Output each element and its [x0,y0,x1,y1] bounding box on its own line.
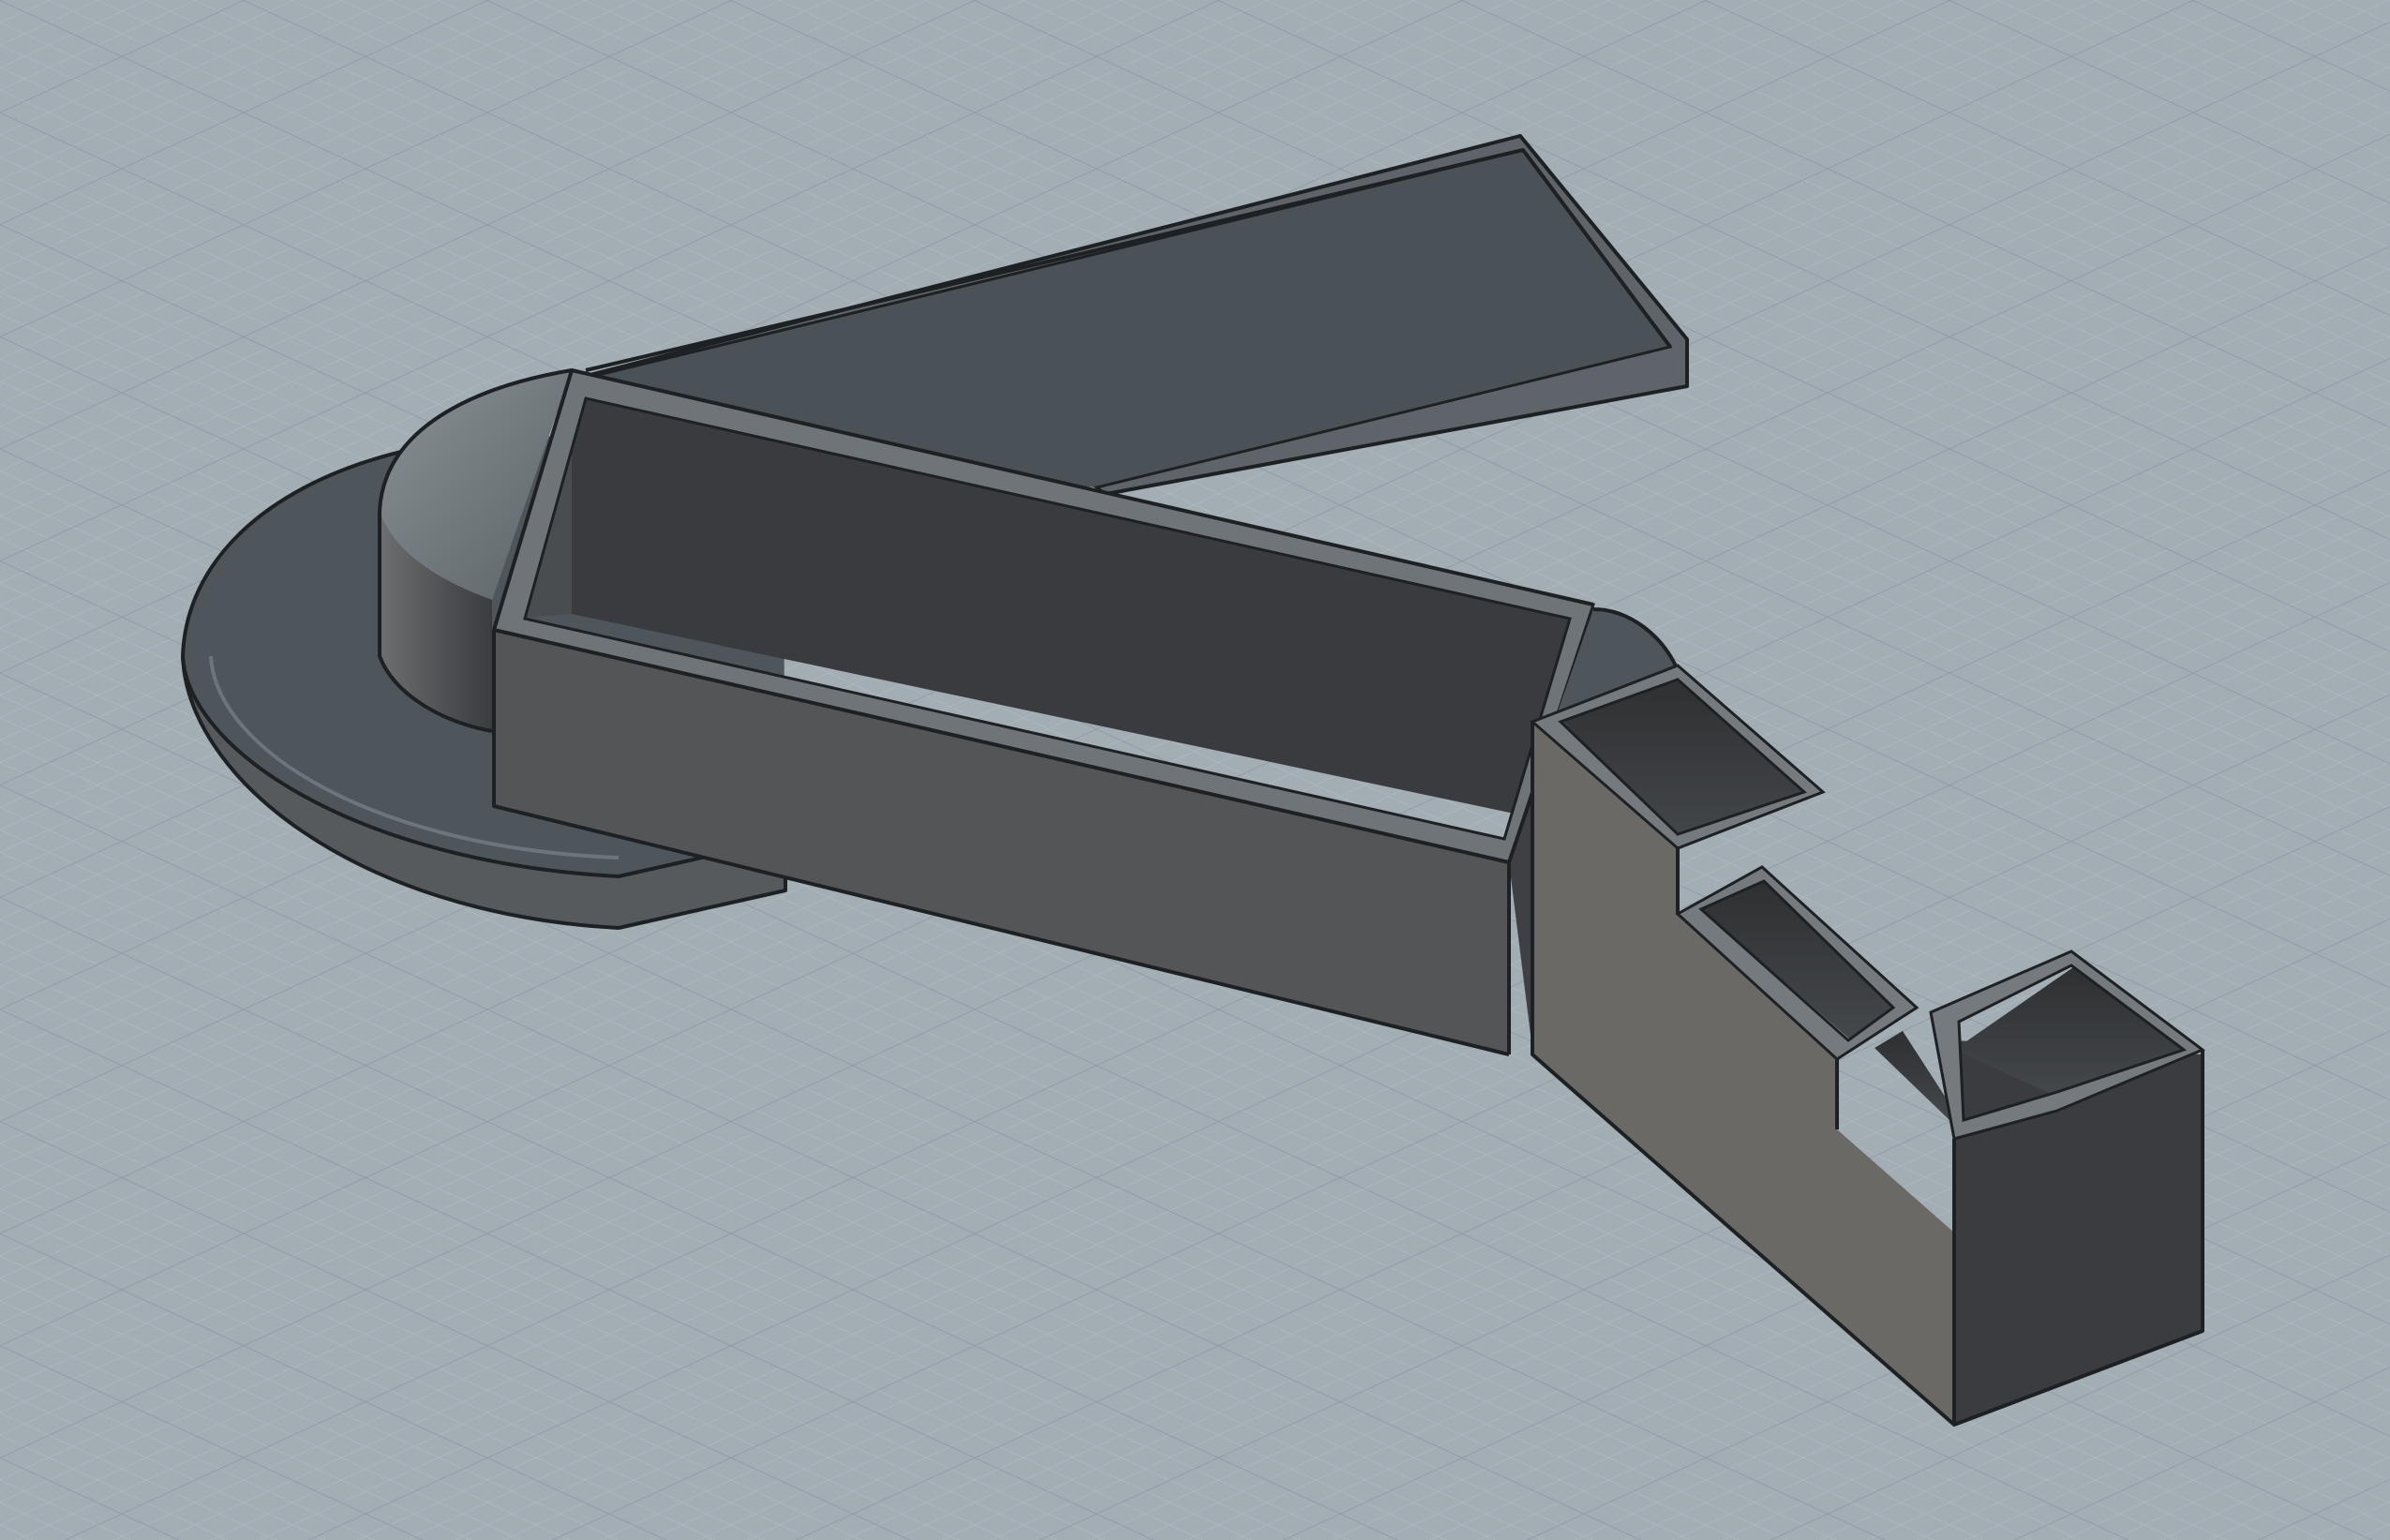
3d-viewport-canvas[interactable] [0,0,2390,1540]
